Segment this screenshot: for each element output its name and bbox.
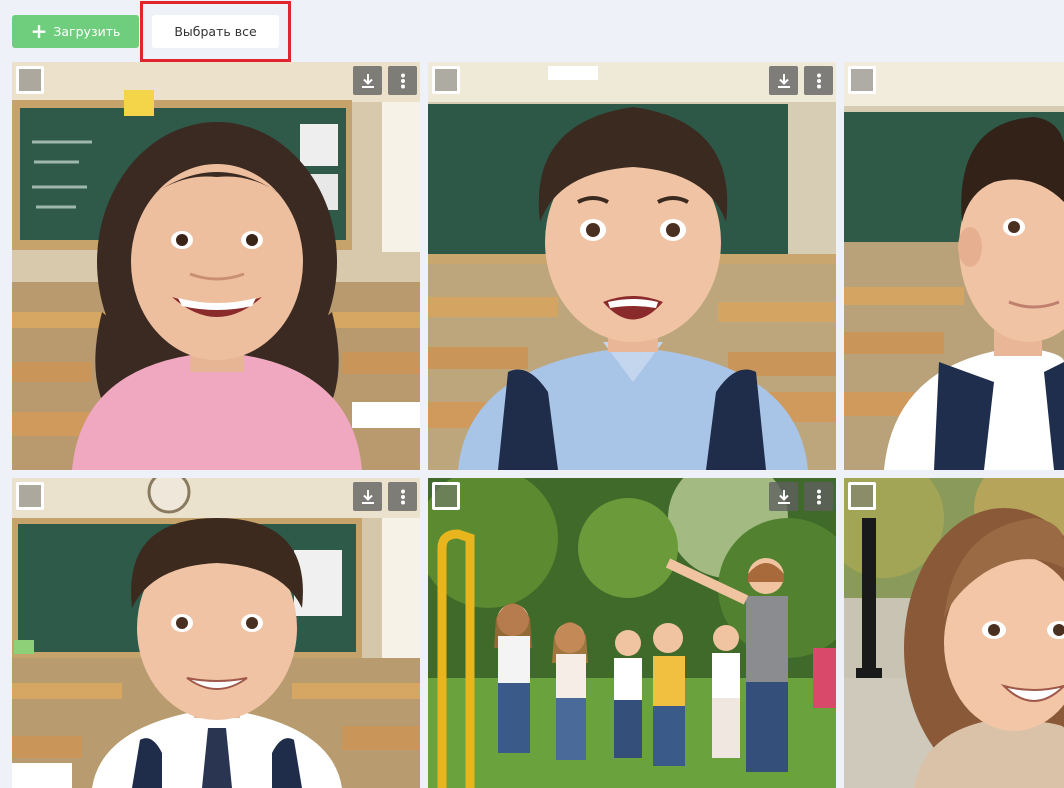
photo-tile-5[interactable] <box>428 478 836 788</box>
more-options-button[interactable] <box>804 482 833 511</box>
photo-tile-1[interactable] <box>12 62 420 470</box>
download-icon <box>777 73 790 88</box>
select-checkbox[interactable] <box>16 66 44 94</box>
more-vertical-icon <box>816 489 821 504</box>
select-checkbox[interactable] <box>16 482 44 510</box>
select-checkbox[interactable] <box>432 482 460 510</box>
select-checkbox[interactable] <box>432 66 460 94</box>
photo-kids-park <box>428 478 836 788</box>
upload-button-label: Загрузить <box>53 24 121 39</box>
photo-girl-classroom <box>12 62 420 470</box>
more-options-button[interactable] <box>388 482 417 511</box>
photo-tile-6[interactable] <box>844 478 1064 788</box>
download-icon <box>361 489 374 504</box>
photo-tile-4[interactable] <box>12 478 420 788</box>
more-vertical-icon <box>400 73 405 88</box>
more-options-button[interactable] <box>388 66 417 95</box>
toolbar: + Загрузить Выбрать все <box>0 0 1064 62</box>
photo-boy-vest <box>844 62 1064 470</box>
download-button[interactable] <box>353 482 382 511</box>
photo-girl-street <box>844 478 1064 788</box>
photo-tile-3[interactable] <box>844 62 1064 470</box>
select-checkbox[interactable] <box>848 66 876 94</box>
plus-icon: + <box>30 18 48 43</box>
download-button[interactable] <box>769 66 798 95</box>
photo-boy-tie <box>12 478 420 788</box>
select-all-label: Выбрать все <box>174 24 257 39</box>
download-icon <box>361 73 374 88</box>
more-vertical-icon <box>400 489 405 504</box>
more-options-button[interactable] <box>804 66 833 95</box>
select-all-button[interactable]: Выбрать все <box>152 15 279 48</box>
more-vertical-icon <box>816 73 821 88</box>
select-checkbox[interactable] <box>848 482 876 510</box>
download-icon <box>777 489 790 504</box>
photo-tile-2[interactable] <box>428 62 836 470</box>
photo-boy-classroom <box>428 62 836 470</box>
upload-button[interactable]: + Загрузить <box>12 15 139 48</box>
download-button[interactable] <box>769 482 798 511</box>
download-button[interactable] <box>353 66 382 95</box>
